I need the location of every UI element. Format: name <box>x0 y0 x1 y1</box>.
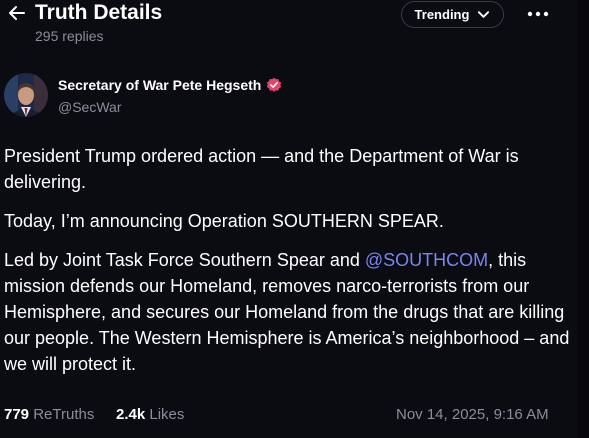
sort-label: Trending <box>414 7 470 22</box>
post-timestamp: Nov 14, 2025, 9:16 AM <box>396 406 549 423</box>
author-name-text: Secretary of War Pete Hegseth <box>58 77 262 93</box>
retruths-label: ReTruths <box>33 406 95 423</box>
back-button[interactable] <box>4 0 30 26</box>
retruths-stat[interactable]: 779 ReTruths <box>4 405 94 425</box>
post-paragraph: Today, I’m announcing Operation SOUTHERN… <box>4 211 444 231</box>
post-paragraph: Led by Joint Task Force Southern Spear a… <box>4 247 574 377</box>
author-handle: @SecWar <box>58 99 122 115</box>
post-body: President Trump ordered action — and the… <box>4 143 574 390</box>
verified-badge-icon <box>267 77 282 92</box>
scrollbar-track[interactable] <box>577 0 589 438</box>
chevron-down-icon <box>478 11 490 18</box>
mention-link[interactable]: @SOUTHCOM <box>365 250 488 270</box>
author-avatar[interactable] <box>4 73 48 117</box>
likes-stat[interactable]: 2.4k Likes <box>116 405 184 425</box>
author-name[interactable]: Secretary of War Pete Hegseth <box>58 76 282 94</box>
post-text: Led by Joint Task Force Southern Spear a… <box>4 250 365 270</box>
post-paragraph: President Trump ordered action — and the… <box>4 146 519 192</box>
more-horizontal-icon <box>527 11 549 17</box>
retruths-count: 779 <box>4 406 30 423</box>
page-title: Truth Details <box>35 1 163 24</box>
page-header: Truth Details 295 replies Trending <box>0 0 589 56</box>
sort-dropdown[interactable]: Trending <box>401 1 504 28</box>
more-options-button[interactable] <box>523 4 553 24</box>
likes-count: 2.4k <box>116 406 146 423</box>
arrow-left-icon <box>9 6 25 20</box>
reply-count: 295 replies <box>35 28 104 44</box>
likes-label: Likes <box>149 406 185 423</box>
